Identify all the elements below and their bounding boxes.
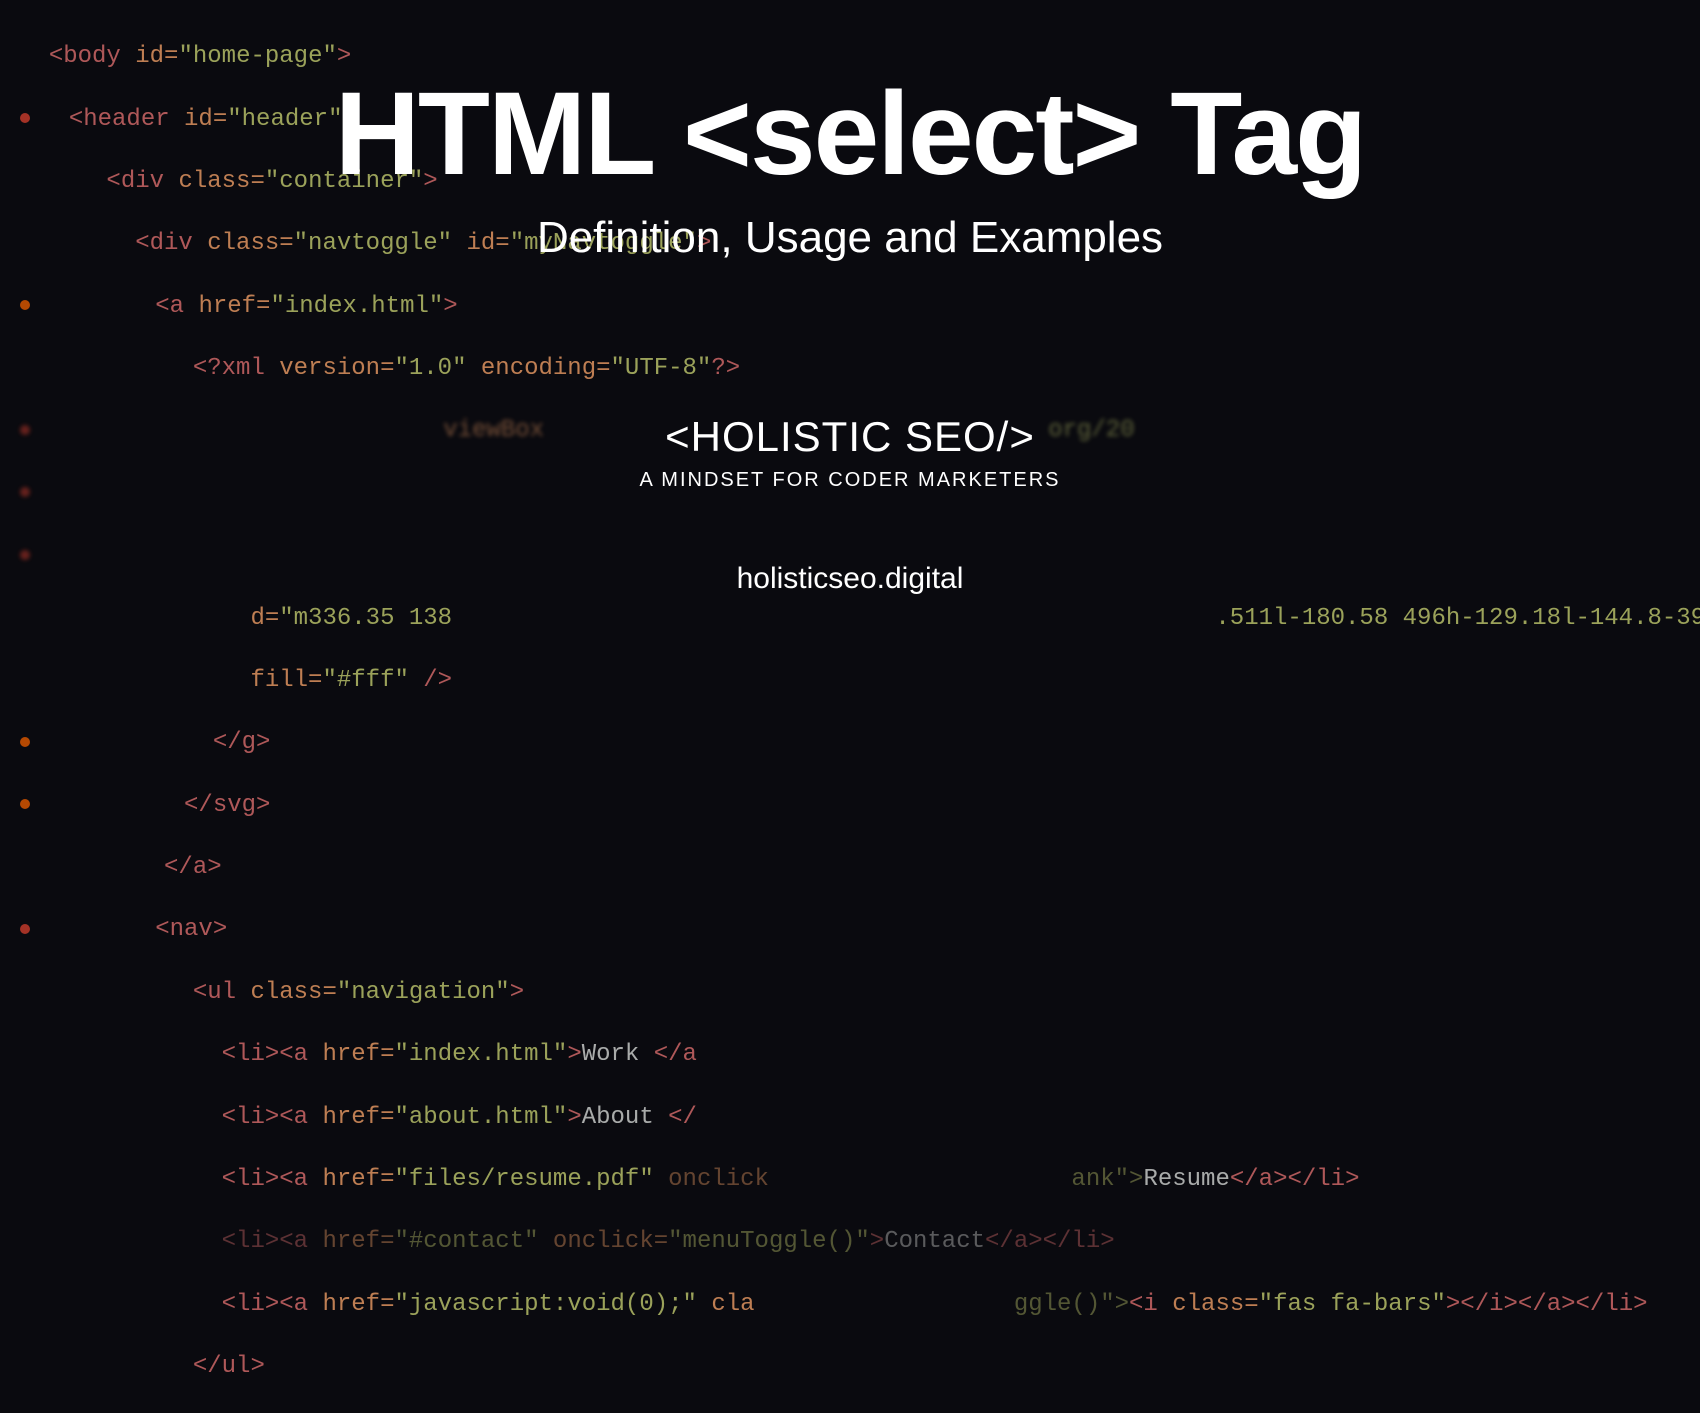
brand-logo-text: <HOLISTIC SEO/> <box>665 413 1035 461</box>
code-line: <ul class="navigation"> <box>20 977 1700 1008</box>
hero-overlay: HTML <select> Tag Definition, Usage and … <box>0 0 1700 750</box>
gutter-dot <box>20 924 30 934</box>
code-line: <li><a href="about.html">About </ <box>20 1102 1700 1133</box>
code-line: </ul> <box>20 1351 1700 1382</box>
gutter-dot <box>20 799 30 809</box>
hero-subtitle: Definition, Usage and Examples <box>537 213 1163 263</box>
code-line: <li><a href="index.html">Work </a <box>20 1039 1700 1070</box>
code-line: </a> <box>20 852 1700 883</box>
code-line: <li><a href="javascript:void(0);" cla gg… <box>20 1289 1700 1320</box>
code-line: <li><a href="#contact" onclick="menuTogg… <box>20 1226 1700 1257</box>
hero-title: HTML <select> Tag <box>335 75 1366 193</box>
code-line: <nav> <box>20 914 1700 945</box>
brand-tagline: A MINDSET FOR CODER MARKETERS <box>639 469 1060 492</box>
code-line: <li><a href="files/resume.pdf" onclick a… <box>20 1164 1700 1195</box>
code-line: </svg> <box>20 790 1700 821</box>
site-url: holisticseo.digital <box>737 562 964 596</box>
